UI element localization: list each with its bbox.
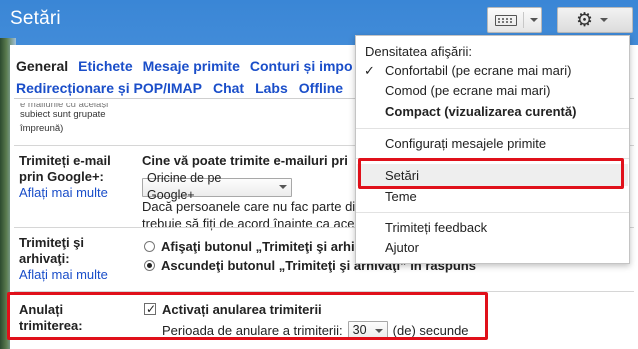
menu-separator [356,212,629,213]
learn-more-link[interactable]: Aflați mai multe [19,185,111,201]
menu-themes[interactable]: Teme [385,189,417,205]
email-google-plus-label: Trimiteți e-mail prin Google+: Aflați ma… [19,153,111,201]
menu-density-cozy[interactable]: Comod (pe ecrane mai mari) [385,83,550,99]
label-line: arhivaţi: [19,251,70,266]
label-line: Trimiteţi şi [19,235,85,250]
keyboard-icon [495,14,517,26]
settings-dropdown-menu: Densitatea afişării: ✓ Confortabil (pe e… [355,35,630,264]
option-show-label: Afişaţi butonul „Trimiteţi şi arhi [161,239,355,254]
menu-density-comfortable[interactable]: Confortabil (pe ecrane mai mari) [385,63,571,79]
menu-help[interactable]: Ajutor [385,240,419,256]
button-divider [523,12,524,28]
tab-forwarding[interactable]: Redirecționare și POP/IMAP [16,80,202,96]
conversation-view-hint: e mailurile cu acelaşi subiect sunt grup… [20,103,130,136]
google-plus-sender-select[interactable]: Oricine de pe Google+ [142,171,292,202]
label-line: prin Google+: [19,169,104,184]
gear-icon: ⚙ [576,9,594,31]
settings-gear-button[interactable]: ⚙ [557,7,633,33]
tab-accounts[interactable]: Conturi și impo [250,58,353,74]
menu-density-compact[interactable]: Compact (vizualizarea curentă) [385,104,576,120]
chevron-down-icon [600,18,609,22]
chevron-down-icon [530,18,538,22]
menu-configure-inbox[interactable]: Configurați mesajele primite [385,136,546,152]
menu-send-feedback[interactable]: Trimiteți feedback [385,220,487,236]
hint-line-2: împreună) [20,123,64,134]
tab-chat[interactable]: Chat [213,80,244,96]
check-icon: ✓ [364,63,375,78]
tab-general[interactable]: General [16,58,68,74]
chevron-down-icon [279,185,287,189]
send-archive-label: Trimiteţi şi arhivaţi: Aflați mai multe [19,235,108,283]
hint-line-1: subiect sunt grupate [20,109,106,120]
radio-show-button[interactable] [144,241,155,252]
learn-more-link[interactable]: Aflați mai multe [19,267,108,283]
page-title: Setări [10,8,61,29]
input-tools-button[interactable] [487,7,542,33]
display-density-heading: Densitatea afişării: [365,44,472,59]
tab-labels[interactable]: Etichete [78,58,132,74]
menu-separator [356,128,629,129]
radio-hide-button[interactable] [144,260,155,271]
tab-labs[interactable]: Labs [255,80,288,96]
highlight-undo-send [7,292,488,340]
tab-offline[interactable]: Offline [299,80,343,96]
highlight-settings-item [358,158,624,189]
tab-inbox[interactable]: Mesaje primite [143,58,240,74]
label-line: Trimiteți e-mail [19,153,111,168]
